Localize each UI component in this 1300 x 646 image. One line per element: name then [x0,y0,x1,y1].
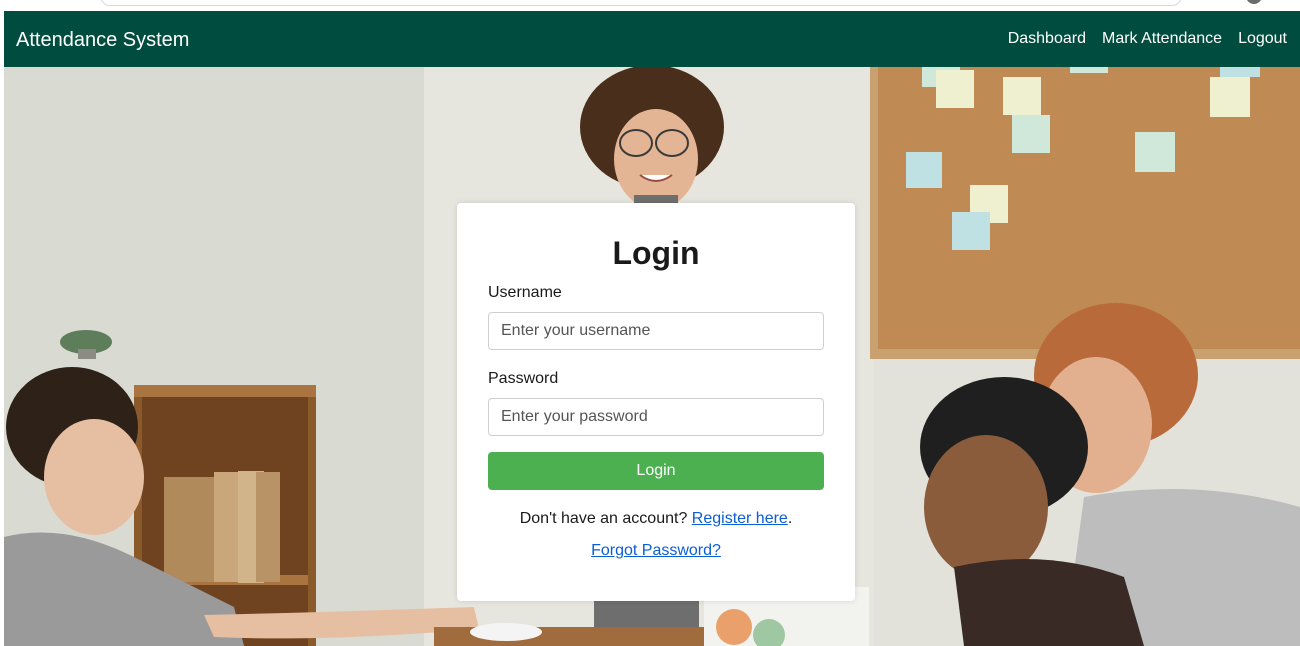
brand-title[interactable]: Attendance System [16,28,189,52]
browser-chrome [0,0,1300,11]
nav-link-mark-attendance[interactable]: Mark Attendance [1102,29,1222,49]
password-label: Password [488,370,559,387]
nav-links: Dashboard Mark Attendance Logout [1008,29,1287,49]
register-suffix: . [787,510,793,527]
forgot-password-row: Forgot Password? [457,541,855,561]
login-button[interactable]: Login [488,452,824,490]
profile-avatar[interactable] [1246,0,1262,4]
forgot-password-link[interactable]: Forgot Password? [591,542,721,559]
register-prompt-text: Don't have an account? [519,510,692,527]
username-label: Username [488,284,562,301]
navbar: Attendance System Dashboard Mark Attenda… [4,11,1300,67]
address-bar[interactable] [100,0,1182,6]
login-card: Login Username Password Login Don't have… [457,203,855,601]
password-input[interactable] [488,398,824,436]
register-link[interactable]: Register here [692,510,788,527]
login-title: Login [612,235,700,271]
nav-link-logout[interactable]: Logout [1238,29,1287,49]
register-prompt-row: Don't have an account? Register here. [457,509,855,529]
nav-link-dashboard[interactable]: Dashboard [1008,29,1086,49]
username-input[interactable] [488,312,824,350]
